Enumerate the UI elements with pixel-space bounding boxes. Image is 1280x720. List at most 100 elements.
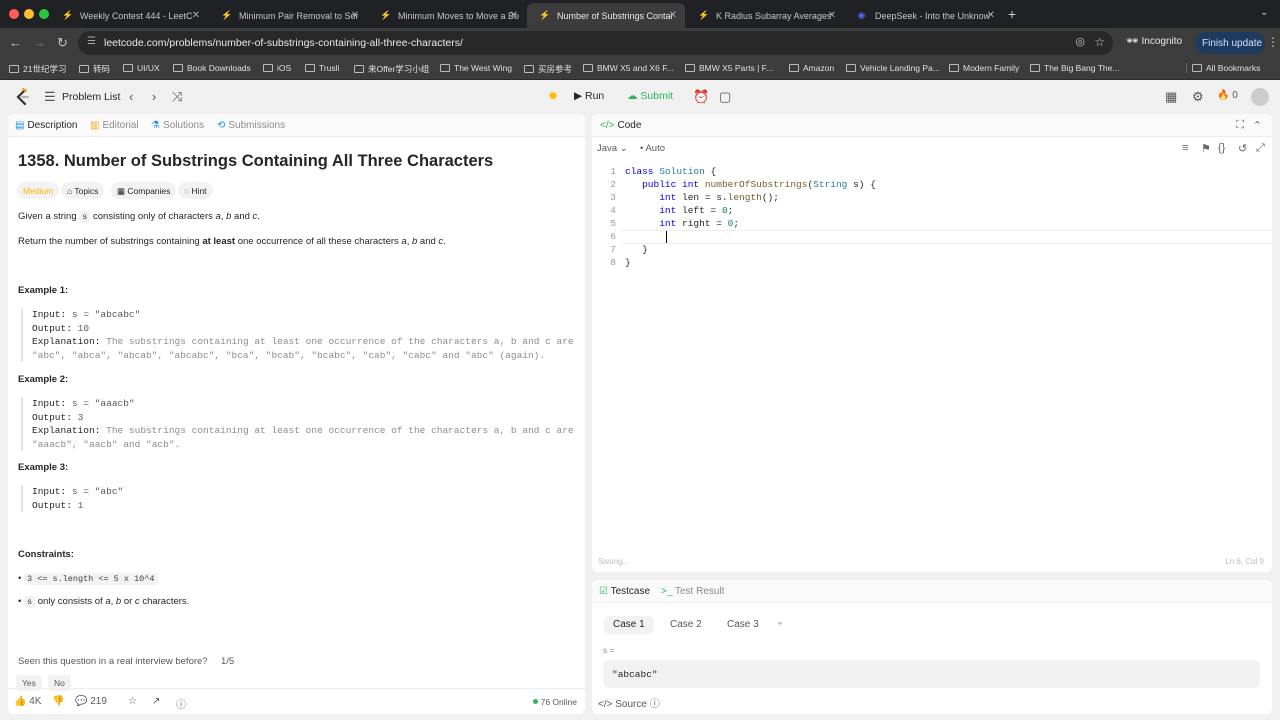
share-icon[interactable]: ↗ — [152, 696, 160, 707]
browser-tab[interactable]: ⚡ Weekly Contest 444 - LeetC ✕ — [50, 3, 208, 28]
expand-icon[interactable]: ⤢ — [1256, 142, 1265, 155]
collapse-icon[interactable]: ⌃ — [1253, 119, 1262, 132]
incognito-indicator[interactable]: 🕶 Incognito — [1126, 36, 1182, 47]
braces-icon[interactable]: {} — [1218, 142, 1225, 154]
flask-icon: ⚗ — [151, 120, 160, 131]
param-input[interactable]: "abcabc" — [603, 660, 1260, 688]
tab-search-chevron-icon[interactable]: ⌄ — [1260, 7, 1268, 18]
tab-description[interactable]: ▤ Description — [15, 120, 77, 131]
problem-list-link[interactable]: Problem List — [62, 91, 120, 103]
submit-button[interactable]: ☁ Submit — [627, 90, 673, 102]
browser-tab[interactable]: ⚡ Minimum Moves to Move a Bo ✕ — [368, 3, 526, 28]
close-tab-icon[interactable]: ✕ — [828, 10, 836, 21]
bookmark-item[interactable]: BMW X5 Parts | F... — [685, 63, 773, 73]
layout-icon[interactable]: ▦ — [1165, 90, 1177, 104]
dislike-icon[interactable]: 👎 — [52, 696, 64, 707]
browser-tab[interactable]: ⚡ K Radius Subarray Averages ✕ — [686, 3, 844, 28]
fullscreen-icon[interactable]: ⛶ — [1236, 119, 1244, 132]
bookmark-item[interactable]: UI/UX — [123, 63, 160, 73]
note-icon[interactable]: ▢ — [719, 90, 731, 104]
bookmark-item[interactable]: The Big Bang The... — [1030, 63, 1119, 73]
incognito-icon: 🕶 — [1126, 36, 1142, 47]
tab-testcase[interactable]: ☑ Testcase — [599, 586, 650, 597]
code-panel: </> Code ⛶ ⌃ Java ⌄ • Auto ≡ ⚑ {} ↺ ⤢ 1 2… — [592, 114, 1272, 572]
browser-tab-active[interactable]: ⚡ Number of Substrings Contai ✕ — [527, 3, 685, 28]
comments-button[interactable]: 💬 219 — [75, 696, 107, 707]
language-selector[interactable]: Java ⌄ — [597, 143, 628, 154]
bookmark-item[interactable]: Modern Family — [949, 63, 1019, 73]
bookmark-item[interactable]: 来Offer学习小组 — [354, 63, 429, 75]
avatar[interactable] — [1251, 88, 1269, 106]
auto-mode-indicator[interactable]: • Auto — [640, 143, 665, 154]
tab-solutions[interactable]: ⚗ Solutions — [151, 120, 204, 131]
minimize-window-button[interactable] — [24, 9, 34, 19]
page-icon — [846, 64, 856, 72]
chevron-left-icon[interactable]: ‹ — [129, 90, 133, 104]
browser-tab[interactable]: ◉ DeepSeek - Into the Unknow ✕ — [845, 3, 1003, 28]
example-block: Input: s = "abcabc" Output: 10 Explanati… — [21, 308, 574, 362]
close-tab-icon[interactable]: ✕ — [669, 10, 677, 21]
bookmark-item[interactable]: Book Downloads — [173, 63, 251, 73]
address-bar[interactable]: ☰ leetcode.com/problems/number-of-substr… — [78, 31, 1113, 55]
code-tab[interactable]: </> Code — [600, 120, 641, 131]
bookmark-item[interactable]: Vehicle Landing Pa... — [846, 63, 940, 73]
close-tab-icon[interactable]: ✕ — [510, 10, 518, 21]
maximize-window-button[interactable] — [39, 9, 49, 19]
help-icon[interactable]: ⓘ — [176, 696, 186, 711]
bookmark-icon[interactable]: ⚑ — [1201, 142, 1211, 155]
gear-icon[interactable]: ⚙ — [1192, 90, 1204, 104]
shuffle-icon[interactable]: ⤨ — [172, 90, 182, 104]
code-line: int right = 0; — [659, 218, 740, 229]
bookmark-item[interactable]: 买房参考 — [524, 63, 572, 75]
bookmark-star-icon[interactable]: ☆ — [1094, 35, 1105, 49]
close-tab-icon[interactable]: ✕ — [351, 10, 359, 21]
line-number: 2 — [610, 179, 616, 190]
bookmark-item[interactable]: Trusli — [305, 63, 339, 73]
topics-chip[interactable]: ⌂ Topics — [61, 182, 105, 199]
site-info-icon[interactable]: ☰ — [87, 36, 96, 47]
reset-icon[interactable]: ↺ — [1238, 142, 1247, 155]
finish-update-button[interactable]: Finish update — [1195, 32, 1265, 54]
example-heading: Example 1: — [18, 285, 69, 296]
run-button[interactable]: ▶ Run — [574, 90, 604, 102]
leetcode-logo-icon[interactable] — [14, 88, 30, 106]
bookmark-item[interactable]: 21世纪学习 — [9, 63, 66, 75]
bookmark-item[interactable]: 转码 — [79, 63, 110, 75]
reload-icon[interactable]: ↻ — [57, 36, 68, 50]
all-bookmarks[interactable]: All Bookmarks — [1186, 63, 1260, 73]
format-icon[interactable]: ≡ — [1182, 142, 1188, 154]
add-case-icon[interactable]: + — [768, 616, 792, 634]
folder-icon — [1192, 64, 1202, 72]
hint-chip[interactable]: ◌ Hint — [178, 182, 213, 199]
case-tab-1[interactable]: Case 1 — [604, 616, 654, 634]
case-tab-2[interactable]: Case 2 — [661, 616, 711, 634]
back-icon[interactable]: ← — [9, 36, 22, 50]
bookmark-item[interactable]: iOS — [263, 63, 291, 73]
new-tab-icon[interactable]: + — [1008, 6, 1016, 22]
tab-submissions[interactable]: ⟲ Submissions — [217, 120, 285, 131]
debug-icon[interactable]: ✹ — [548, 89, 558, 103]
tab-editorial[interactable]: ▥ Editorial — [90, 120, 139, 131]
eye-off-icon[interactable]: ◎ — [1075, 35, 1085, 48]
source-toggle[interactable]: </> Source ⓘ — [598, 695, 660, 710]
checkbox-icon: ☑ — [599, 586, 611, 597]
chevron-right-icon[interactable]: › — [152, 90, 156, 104]
close-window-button[interactable] — [9, 9, 19, 19]
bookmark-item[interactable]: Amazon — [789, 63, 834, 73]
alarm-icon[interactable]: ⏰ — [693, 90, 709, 104]
bookmark-item[interactable]: BMW X5 and X6 F... — [583, 63, 674, 73]
case-tab-3[interactable]: Case 3 — [718, 616, 768, 634]
forward-icon[interactable]: → — [33, 36, 46, 50]
browser-tab[interactable]: ⚡ Minimum Pair Removal to Sor ✕ — [209, 3, 367, 28]
star-icon[interactable]: ☆ — [128, 696, 137, 707]
tab-test-result[interactable]: >_ Test Result — [661, 586, 724, 597]
close-tab-icon[interactable]: ✕ — [987, 10, 995, 21]
code-token: 0 — [721, 205, 728, 216]
streak-counter[interactable]: 🔥 0 — [1217, 90, 1238, 101]
list-icon[interactable]: ☰ — [44, 90, 56, 104]
browser-menu-icon[interactable]: ⋮ — [1267, 35, 1279, 49]
bookmark-item[interactable]: The West Wing — [440, 63, 512, 73]
companies-chip[interactable]: ▦ Companies — [111, 182, 177, 199]
close-tab-icon[interactable]: ✕ — [192, 10, 200, 21]
like-button[interactable]: 👍 4K — [14, 696, 41, 707]
